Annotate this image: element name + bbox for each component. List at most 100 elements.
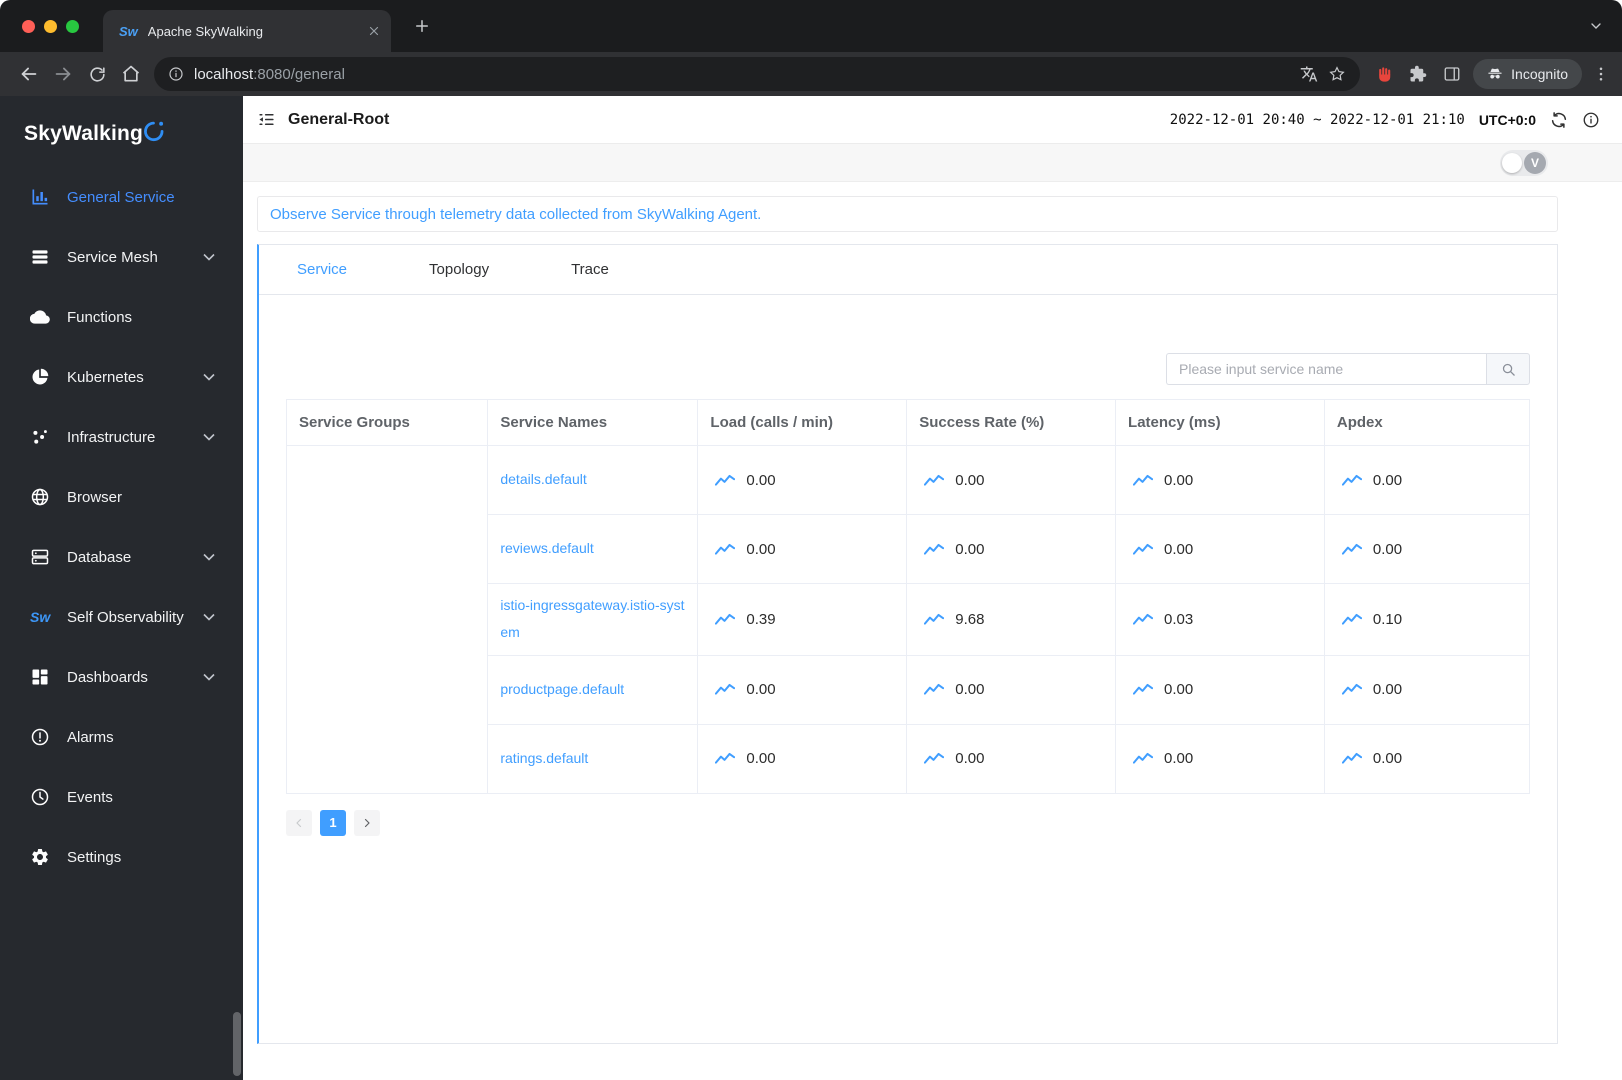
sidebar-item-infrastructure[interactable]: Infrastructure [0,407,243,467]
trend-chart-icon[interactable] [1341,683,1362,696]
sidebar-item-general-service[interactable]: General Service [0,167,243,227]
tab-search-chevron-icon[interactable] [1588,18,1604,34]
cloud-icon [30,307,50,327]
forward-button[interactable] [46,57,80,91]
gear-icon [30,847,50,867]
metric-value-wrap: 0.00 [919,750,1103,767]
pagination-prev-button[interactable] [286,809,312,836]
metric-value: 0.00 [955,750,985,768]
trend-chart-icon[interactable] [715,474,736,487]
collapse-sidebar-icon[interactable] [257,110,276,129]
sidebar-item-dashboards[interactable]: Dashboards [0,647,243,707]
trend-chart-icon[interactable] [1133,683,1154,696]
service-name-link[interactable]: reviews.default [500,540,593,556]
info-icon[interactable] [1582,111,1600,129]
tab-service[interactable]: Service [297,261,347,278]
trend-chart-icon[interactable] [715,613,736,626]
service-name-link[interactable]: productpage.default [500,681,624,697]
service-name-link[interactable]: details.default [500,471,586,487]
metric-value-wrap: 0.00 [1128,541,1312,558]
zoom-window-button[interactable] [66,19,79,33]
trend-chart-icon[interactable] [924,543,945,556]
metric-value: 0.10 [1372,610,1403,628]
sidebar-item-self-observability[interactable]: Sw Self Observability [0,587,243,647]
tab-close-icon[interactable] [367,24,381,38]
sidebar-item-events[interactable]: Events [0,767,243,827]
browser-menu-icon[interactable] [1592,65,1610,83]
translate-icon[interactable] [1300,65,1318,83]
search-button[interactable] [1486,353,1530,385]
sidebar-item-functions[interactable]: Functions [0,287,243,347]
trend-chart-icon[interactable] [1133,752,1154,765]
trend-chart-icon[interactable] [1341,474,1362,487]
bookmark-star-icon[interactable] [1328,65,1346,83]
trend-chart-icon[interactable] [1341,543,1362,556]
version-toggle[interactable]: V [1500,149,1548,176]
latency-cell: 0.03 [1115,583,1325,656]
metric-value-wrap: 0.00 [919,681,1103,698]
dashboard-toolbar: V [243,144,1622,182]
trend-chart-icon[interactable] [924,752,945,765]
tab-topology[interactable]: Topology [429,261,489,278]
reload-button[interactable] [80,57,114,91]
trend-chart-icon[interactable] [924,474,945,487]
back-button[interactable] [12,57,46,91]
sidebar-item-browser[interactable]: Browser [0,467,243,527]
metric-value: 0.39 [746,610,776,628]
address-bar[interactable]: localhost:8080/general [154,57,1361,91]
trend-chart-icon[interactable] [715,543,736,556]
sidebar-scrollbar[interactable] [233,1012,241,1076]
success-rate-cell: 0.00 [906,723,1117,794]
time-range-picker[interactable]: 2022-12-01 20:40 ~ 2022-12-01 21:10 [1170,112,1465,128]
trend-chart-icon[interactable] [924,683,945,696]
sidebar-item-label: Settings [67,848,122,866]
service-name-link[interactable]: istio-ingressgateway.istio-system [500,597,684,640]
apdex-cell: 0.00 [1323,654,1531,725]
trend-chart-icon[interactable] [715,752,736,765]
latency-cell: 0.00 [1115,445,1325,515]
trend-chart-icon[interactable] [715,683,736,696]
table-header-row: Service Groups Service Names Load (calls /… [285,399,1531,446]
sidebar-item-alarms[interactable]: Alarms [0,707,243,767]
trend-chart-icon[interactable] [924,613,945,626]
notice-text: Observe Service through telemetry data c… [270,205,762,223]
load-cell: 0.00 [697,654,908,725]
sidebar-item-kubernetes[interactable]: Kubernetes [0,347,243,407]
latency-cell: 0.00 [1115,514,1325,584]
extensions-puzzle-icon[interactable] [1409,65,1427,83]
metric-value: 0.00 [1372,540,1403,558]
trend-chart-icon[interactable] [1133,613,1154,626]
refresh-icon[interactable] [1550,111,1568,129]
metric-value-wrap: 0.00 [710,472,894,489]
metric-value-wrap: 9.68 [919,611,1103,628]
trend-chart-icon[interactable] [1341,752,1362,765]
side-panel-icon[interactable] [1443,65,1461,83]
browser-tab[interactable]: Sw Apache SkyWalking [103,10,391,52]
service-search-input[interactable] [1166,353,1486,385]
service-name-link[interactable]: ratings.default [500,750,588,766]
load-cell: 0.00 [697,445,908,515]
browser-window: Sw Apache SkyWalking localhost:8080/gene… [0,0,1622,1080]
sidebar-item-service-mesh[interactable]: Service Mesh [0,227,243,287]
site-info-icon[interactable] [168,66,184,82]
metric-value-wrap: 0.00 [1128,472,1312,489]
chevron-down-icon [203,673,215,681]
sidebar-item-database[interactable]: Database [0,527,243,587]
incognito-badge: Incognito [1473,59,1582,89]
service-name-cell: productpage.default [487,654,699,725]
metric-value-wrap: 0.00 [1128,750,1312,767]
url-host: localhost [194,65,254,83]
pagination-page-1[interactable]: 1 [320,809,346,836]
sidebar-item-settings[interactable]: Settings [0,827,243,887]
pagination-next-button[interactable] [354,809,380,836]
minimize-window-button[interactable] [44,19,57,33]
tab-trace[interactable]: Trace [571,261,609,278]
trend-chart-icon[interactable] [1133,543,1154,556]
new-tab-button[interactable] [407,11,437,41]
adblock-hand-icon[interactable] [1376,66,1393,83]
trend-chart-icon[interactable] [1341,613,1362,626]
close-window-button[interactable] [22,19,35,33]
apdex-cell: 0.10 [1323,583,1531,656]
trend-chart-icon[interactable] [1133,474,1154,487]
home-button[interactable] [114,57,148,91]
